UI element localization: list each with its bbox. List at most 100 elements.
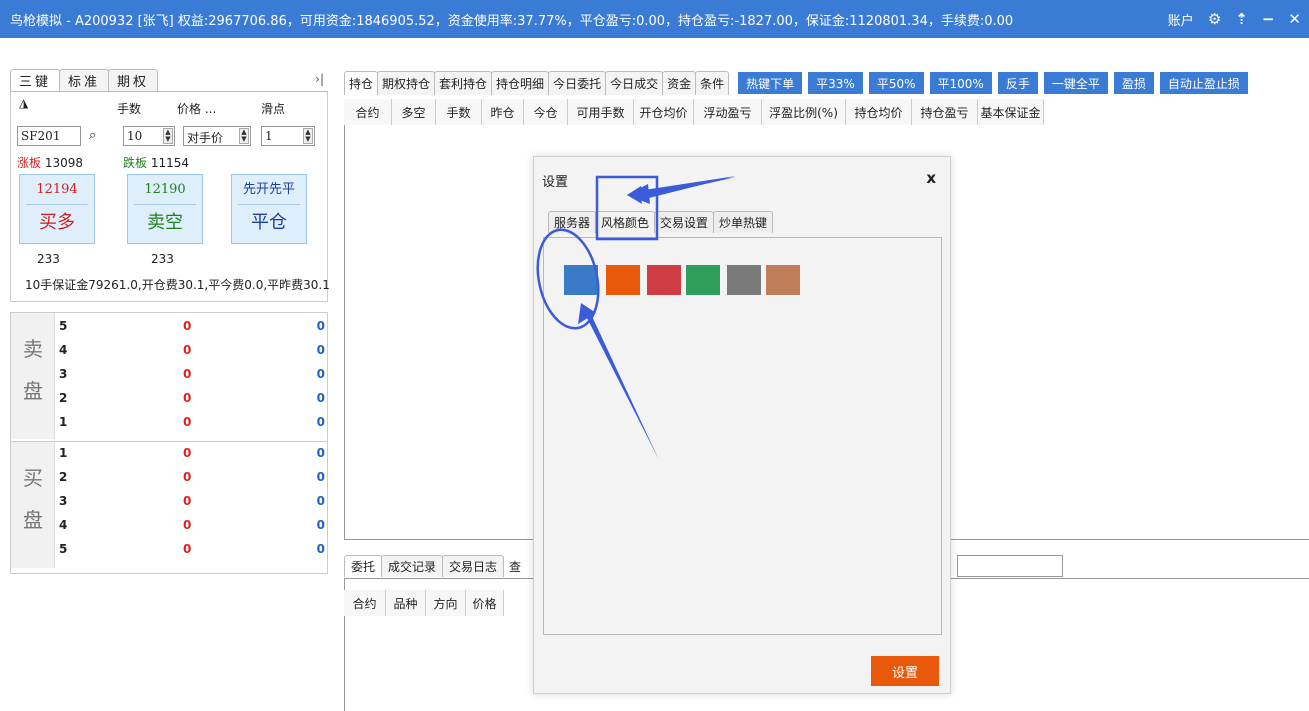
price-type-value: 对手价: [187, 131, 224, 145]
profit-loss-button[interactable]: 盈损: [1113, 72, 1154, 94]
color-swatch-brown[interactable]: [766, 265, 800, 295]
account-menu[interactable]: 账户: [1168, 10, 1194, 29]
stepper-arrows-icon[interactable]: ▲ ▼: [163, 128, 173, 144]
tab-options[interactable]: 期权: [108, 69, 159, 91]
stepper-arrows-icon[interactable]: ▲ ▼: [239, 128, 249, 144]
buy-price: 12194: [26, 175, 88, 205]
ask-row[interactable]: 2 0 0: [55, 391, 327, 409]
column-header[interactable]: 浮动盈亏: [694, 99, 762, 125]
minimize-icon[interactable]: −: [1262, 10, 1275, 28]
close-position-button[interactable]: 先开先平 平仓: [231, 174, 307, 244]
tab-style-color[interactable]: 风格颜色: [595, 211, 656, 233]
collapse-panel-icon[interactable]: ›|: [315, 72, 324, 86]
column-header[interactable]: 今仓: [524, 99, 568, 125]
limit-up-value: 13098: [44, 156, 84, 170]
column-header[interactable]: 合约: [344, 590, 386, 616]
symbol-input[interactable]: SF201: [17, 126, 81, 146]
column-header[interactable]: 基本保证金: [978, 99, 1044, 125]
buy-side: 买 盘 1 0 0 2 0 0 3 0 0 4 0 0 5 0 0: [11, 441, 327, 568]
lots-stepper[interactable]: 10 ▲ ▼: [123, 126, 175, 146]
column-header[interactable]: 方向: [426, 590, 466, 616]
level: 3: [59, 367, 68, 381]
column-header[interactable]: 价格: [466, 590, 504, 616]
close-100-button[interactable]: 平100%: [929, 72, 992, 94]
column-header[interactable]: 合约: [344, 99, 392, 125]
tab-standard[interactable]: 标准: [59, 69, 110, 91]
price: 0: [183, 367, 192, 381]
column-header[interactable]: 多空: [392, 99, 436, 125]
color-swatch-green[interactable]: [686, 265, 720, 295]
sell-short-button[interactable]: 12190 卖空: [127, 174, 203, 244]
bottom-search-input[interactable]: [957, 555, 1063, 577]
ask-row[interactable]: 4 0 0: [55, 343, 327, 361]
price: 0: [183, 391, 192, 405]
sell-label: 卖空: [147, 212, 183, 233]
color-swatch-gray[interactable]: [727, 265, 761, 295]
tab-scalp-hotkeys[interactable]: 炒单热键: [713, 211, 774, 233]
tab-option-positions[interactable]: 期权持仓: [377, 71, 436, 95]
qty: 0: [316, 494, 325, 508]
bid-row[interactable]: 1 0 0: [55, 446, 327, 464]
buy-volume: 233: [37, 252, 60, 266]
tab-trade-settings[interactable]: 交易设置: [654, 211, 715, 233]
bid-row[interactable]: 4 0 0: [55, 518, 327, 536]
bid-row[interactable]: 5 0 0: [55, 542, 327, 560]
ask-row[interactable]: 3 0 0: [55, 367, 327, 385]
bid-row[interactable]: 2 0 0: [55, 470, 327, 488]
hotkey-order-button[interactable]: 热键下单: [738, 72, 803, 94]
bid-row[interactable]: 3 0 0: [55, 494, 327, 512]
level: 5: [59, 542, 68, 556]
column-header[interactable]: 持仓均价: [846, 99, 912, 125]
reverse-button[interactable]: 反手: [997, 72, 1038, 94]
auto-stop-button[interactable]: 自动止盈止损: [1159, 72, 1248, 94]
lock-icon[interactable]: ◮: [19, 96, 28, 110]
tab-orders[interactable]: 委托: [344, 555, 383, 577]
tab-positions[interactable]: 持仓: [344, 71, 379, 95]
ask-row[interactable]: 5 0 0: [55, 319, 327, 337]
price-type-select[interactable]: 对手价 ▲ ▼: [183, 126, 251, 146]
dialog-tabs: 服务器 风格颜色 交易设置 炒单热键: [548, 211, 774, 233]
tab-trade-log[interactable]: 交易日志: [442, 555, 505, 577]
column-header[interactable]: 浮盈比例(%): [762, 99, 846, 125]
buy-long-button[interactable]: 12194 买多: [19, 174, 95, 244]
color-swatch-blue[interactable]: [564, 265, 598, 295]
sell-label-char2: 盘: [23, 379, 43, 403]
column-header[interactable]: 品种: [386, 590, 426, 616]
color-swatch-red[interactable]: [647, 265, 681, 295]
apply-settings-button[interactable]: 设置: [871, 656, 939, 686]
tab-funds[interactable]: 资金: [662, 71, 697, 95]
tab-trade-records[interactable]: 成交记录: [381, 555, 444, 577]
tab-conditions[interactable]: 条件: [695, 71, 730, 95]
close-50-button[interactable]: 平50%: [868, 72, 924, 94]
tab-server[interactable]: 服务器: [548, 211, 597, 233]
column-header[interactable]: 持仓盈亏: [912, 99, 978, 125]
color-swatch-orange[interactable]: [606, 265, 640, 295]
pin-icon[interactable]: ⇡: [1235, 10, 1248, 28]
close-icon[interactable]: ✕: [1288, 10, 1301, 28]
ask-row[interactable]: 1 0 0: [55, 415, 327, 433]
query-button[interactable]: 查: [503, 555, 527, 577]
gear-icon[interactable]: ⚙: [1208, 10, 1221, 28]
close-icon[interactable]: x: [926, 169, 936, 187]
close-33-button[interactable]: 平33%: [808, 72, 863, 94]
column-header[interactable]: 开仓均价: [634, 99, 694, 125]
tab-today-orders[interactable]: 今日委托: [548, 71, 607, 95]
qty: 0: [316, 343, 325, 357]
close-all-button[interactable]: 一键全平: [1043, 72, 1108, 94]
stepper-arrows-icon[interactable]: ▲ ▼: [303, 128, 313, 144]
price-label[interactable]: 价格 ...: [177, 100, 216, 117]
tab-position-details[interactable]: 持仓明细: [491, 71, 550, 95]
settings-dialog: 设置 x 服务器 风格颜色 交易设置 炒单热键 设置: [533, 156, 951, 694]
column-header[interactable]: 手数: [436, 99, 482, 125]
sell-label-char1: 卖: [23, 337, 43, 361]
column-header[interactable]: 可用手数: [568, 99, 634, 125]
qty: 0: [316, 367, 325, 381]
tab-arbitrage-positions[interactable]: 套利持仓: [434, 71, 493, 95]
tab-three-key[interactable]: 三键: [10, 69, 61, 91]
search-icon[interactable]: ⌕: [89, 128, 96, 143]
tab-today-trades[interactable]: 今日成交: [605, 71, 664, 95]
column-header[interactable]: 昨仓: [482, 99, 524, 125]
qty: 0: [316, 319, 325, 333]
slippage-stepper[interactable]: 1 ▲ ▼: [261, 126, 315, 146]
buy-side-label: 买 盘: [11, 442, 55, 568]
